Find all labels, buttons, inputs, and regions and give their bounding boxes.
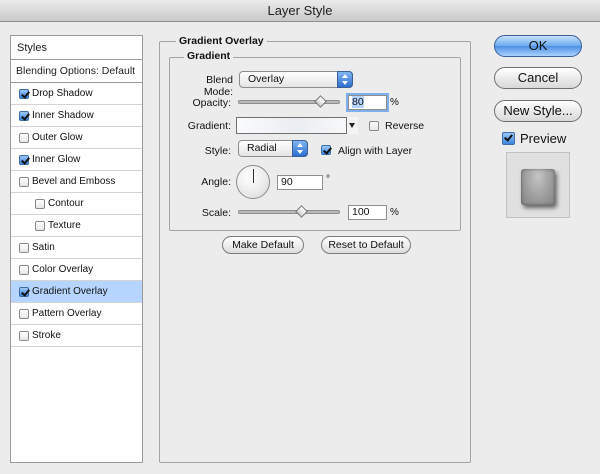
section-title: Gradient Overlay: [176, 35, 267, 47]
style-checkbox[interactable]: [19, 133, 29, 143]
style-item-label: Outer Glow: [32, 132, 83, 143]
style-item-label: Stroke: [32, 330, 61, 341]
style-item-label: Satin: [32, 242, 55, 253]
style-item-texture[interactable]: Texture: [11, 215, 142, 237]
style-item-pattern-overlay[interactable]: Pattern Overlay: [11, 303, 142, 325]
style-item-label: Bevel and Emboss: [32, 176, 116, 187]
chevron-updown-icon: [292, 140, 308, 157]
scale-slider[interactable]: [238, 210, 340, 214]
new-style-button[interactable]: New Style...: [494, 100, 582, 122]
style-select[interactable]: Radial: [238, 140, 308, 157]
style-item-satin[interactable]: Satin: [11, 237, 142, 259]
style-checkbox[interactable]: [35, 199, 45, 209]
blend-mode-value: Overlay: [248, 73, 285, 85]
opacity-label: Opacity:: [192, 97, 231, 109]
preview-swatch: [521, 169, 555, 205]
ok-button[interactable]: OK: [494, 35, 582, 57]
preview-label: Preview: [520, 131, 567, 146]
style-checkbox[interactable]: [19, 265, 29, 275]
style-checkbox[interactable]: [19, 243, 29, 253]
angle-dial[interactable]: [236, 165, 270, 199]
style-item-drop-shadow[interactable]: Drop Shadow: [11, 83, 142, 105]
style-checkbox[interactable]: [35, 221, 45, 231]
style-item-inner-shadow[interactable]: Inner Shadow: [11, 105, 142, 127]
style-item-label: Texture: [48, 220, 81, 231]
gradient-picker[interactable]: [236, 117, 358, 134]
align-with-layer-checkbox[interactable]: [321, 145, 331, 155]
scale-unit: %: [390, 207, 399, 218]
gradient-label: Gradient:: [187, 120, 231, 132]
style-checkbox[interactable]: [19, 89, 29, 99]
blending-options-item[interactable]: Blending Options: Default: [11, 60, 142, 83]
style-item-label: Pattern Overlay: [32, 308, 102, 319]
cancel-button[interactable]: Cancel: [494, 67, 582, 89]
blend-mode-label: Blend Mode:: [203, 74, 233, 98]
style-item-bevel-and-emboss[interactable]: Bevel and Emboss: [11, 171, 142, 193]
style-checkbox[interactable]: [19, 155, 29, 165]
style-checkbox[interactable]: [19, 331, 29, 341]
preview-thumbnail: [506, 152, 570, 218]
style-checkbox[interactable]: [19, 287, 29, 297]
style-item-outer-glow[interactable]: Outer Glow: [11, 127, 142, 149]
style-item-stroke[interactable]: Stroke: [11, 325, 142, 347]
style-item-gradient-overlay[interactable]: Gradient Overlay: [11, 281, 142, 303]
style-item-inner-glow[interactable]: Inner Glow: [11, 149, 142, 171]
reset-to-default-button[interactable]: Reset to Default: [321, 236, 411, 254]
styles-list: Styles Blending Options: Default Drop Sh…: [10, 35, 143, 463]
blend-mode-select[interactable]: Overlay: [239, 71, 353, 88]
group-title: Gradient: [184, 50, 234, 62]
style-label: Style:: [204, 145, 231, 157]
style-item-label: Inner Glow: [32, 154, 81, 165]
reverse-checkbox[interactable]: [369, 121, 379, 131]
style-checkbox[interactable]: [19, 177, 29, 187]
styles-header[interactable]: Styles: [11, 36, 142, 60]
style-item-label: Contour: [48, 198, 84, 209]
scale-input[interactable]: 100: [348, 205, 387, 220]
style-checkbox[interactable]: [19, 309, 29, 319]
angle-input[interactable]: 90: [277, 175, 323, 190]
style-checkbox[interactable]: [19, 111, 29, 121]
window-title: Layer Style: [0, 0, 600, 22]
gradient-dropdown-icon[interactable]: [346, 117, 358, 134]
make-default-button[interactable]: Make Default: [222, 236, 304, 254]
angle-unit: °: [326, 174, 330, 185]
preview-checkbox[interactable]: [502, 132, 515, 145]
style-value: Radial: [247, 142, 277, 154]
opacity-unit: %: [390, 97, 399, 108]
opacity-value: 80: [352, 96, 364, 108]
style-item-label: Inner Shadow: [32, 110, 94, 121]
style-item-label: Color Overlay: [32, 264, 94, 275]
style-item-label: Gradient Overlay: [32, 286, 108, 297]
scale-label: Scale:: [201, 207, 231, 219]
angle-label: Angle:: [201, 176, 231, 188]
angle-value: 90: [281, 176, 293, 188]
style-item-label: Drop Shadow: [32, 88, 93, 99]
reverse-label: Reverse: [385, 120, 425, 132]
align-with-layer-label: Align with Layer: [338, 145, 413, 157]
opacity-input[interactable]: 80: [348, 95, 387, 110]
chevron-updown-icon: [337, 71, 353, 88]
style-item-color-overlay[interactable]: Color Overlay: [11, 259, 142, 281]
scale-value: 100: [352, 206, 370, 218]
style-item-contour[interactable]: Contour: [11, 193, 142, 215]
